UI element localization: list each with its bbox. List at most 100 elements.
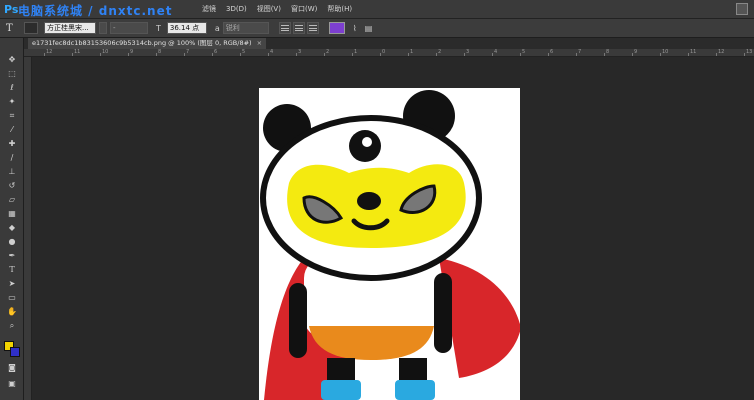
character-panel-icon[interactable]: ▤: [365, 24, 373, 33]
ruler-label: 0: [382, 49, 386, 55]
eraser-icon[interactable]: ▱: [4, 194, 20, 206]
menu-view[interactable]: 视图(V): [257, 4, 281, 14]
ruler-label: 8: [158, 49, 162, 55]
ruler-tick: [688, 53, 689, 56]
ruler-tick: [240, 53, 241, 56]
ruler-label: 7: [186, 49, 190, 55]
hand-icon[interactable]: ✋: [4, 306, 20, 318]
ruler-tick: [72, 53, 73, 56]
ruler-label: 1: [354, 49, 358, 55]
menu-help[interactable]: 帮助(H): [327, 4, 352, 14]
options-bar: T 方正桂黑宋... - T 36.14 点 a 锐利 ⌇ ▤: [0, 19, 754, 38]
ruler-tick: [296, 53, 297, 56]
marquee-icon[interactable]: ⬚: [4, 68, 20, 80]
panda-hero-illustration: [260, 90, 520, 400]
document-tab-title: e1731fec8dc1b83153606c9b5314cb.png @ 100…: [32, 39, 252, 47]
ruler-tick: [632, 53, 633, 56]
screen-mode-icon[interactable]: ▣: [4, 378, 20, 390]
move-icon[interactable]: ✥: [4, 54, 20, 66]
healing-icon[interactable]: ✚: [4, 138, 20, 150]
brush-icon[interactable]: ∕: [4, 152, 20, 164]
document-canvas[interactable]: [259, 88, 520, 400]
ruler-label: 12: [46, 49, 53, 55]
ruler-label: 11: [690, 49, 697, 55]
crop-icon[interactable]: ⌗: [4, 110, 20, 122]
antialias-select[interactable]: 锐利: [222, 22, 269, 34]
ruler-label: 7: [578, 49, 582, 55]
ruler-label: 4: [494, 49, 498, 55]
text-color-swatch[interactable]: [328, 22, 345, 34]
ruler-tick: [156, 53, 157, 56]
ruler-tick: [380, 53, 381, 56]
magic-wand-icon[interactable]: ✦: [4, 96, 20, 108]
document-tab[interactable]: e1731fec8dc1b83153606c9b5314cb.png @ 100…: [28, 38, 267, 49]
zoom-icon[interactable]: ⌕: [4, 320, 20, 332]
ruler-tick: [464, 53, 465, 56]
orientation-toggle-icon[interactable]: [24, 22, 38, 34]
ruler-tick: [716, 53, 717, 56]
ruler-tick: [576, 53, 577, 56]
ruler-tick: [492, 53, 493, 56]
watermark: 电脑系统城 / dnxtc.net: [18, 4, 173, 18]
ruler-tick: [744, 53, 745, 56]
chevron-down-icon[interactable]: [99, 22, 107, 34]
ruler-tick: [408, 53, 409, 56]
ruler-label: 13: [746, 49, 753, 55]
path-select-icon[interactable]: ➤: [4, 278, 20, 290]
window-button[interactable]: [736, 3, 748, 15]
ruler-tick: [268, 53, 269, 56]
close-icon[interactable]: ×: [257, 39, 262, 47]
ruler-label: 8: [606, 49, 610, 55]
tools-panel: ✥ ⬚ ℓ ✦ ⌗ ⁄ ✚ ∕ ⊥ ↺ ▱ ▦ ◆ ● ✒ T ➤ ▭ ✋ ⌕ …: [0, 38, 24, 400]
lasso-icon[interactable]: ℓ: [4, 82, 20, 94]
ruler-label: 1: [410, 49, 414, 55]
ruler-label: 2: [326, 49, 330, 55]
ruler-label: 11: [74, 49, 81, 55]
ruler-tick: [660, 53, 661, 56]
type-tool-icon[interactable]: T: [6, 23, 20, 34]
font-style-select[interactable]: -: [110, 22, 148, 34]
ruler-tick: [352, 53, 353, 56]
ruler-label: 6: [214, 49, 218, 55]
ruler-tick: [604, 53, 605, 56]
warp-text-icon[interactable]: ⌇: [353, 24, 357, 33]
align-left-icon[interactable]: [278, 22, 291, 34]
ruler-tick: [548, 53, 549, 56]
ruler-tick: [520, 53, 521, 56]
font-size-icon: T: [156, 23, 161, 33]
font-size-input[interactable]: 36.14 点: [166, 22, 207, 34]
background-color-swatch[interactable]: [10, 347, 20, 357]
ruler-label: 3: [466, 49, 470, 55]
ruler-label: 5: [522, 49, 526, 55]
ruler-label: 12: [718, 49, 725, 55]
ruler-tick: [128, 53, 129, 56]
vertical-ruler: [24, 57, 32, 400]
ruler-label: 10: [662, 49, 669, 55]
ruler-label: 10: [102, 49, 109, 55]
history-brush-icon[interactable]: ↺: [4, 180, 20, 192]
ruler-label: 3: [298, 49, 302, 55]
gradient-icon[interactable]: ▦: [4, 208, 20, 220]
ruler-label: 2: [438, 49, 442, 55]
font-family-select[interactable]: 方正桂黑宋...: [44, 22, 96, 34]
align-right-icon[interactable]: [306, 22, 319, 34]
ruler-tick: [184, 53, 185, 56]
ruler-label: 5: [242, 49, 246, 55]
eyedropper-icon[interactable]: ⁄: [4, 124, 20, 136]
align-center-icon[interactable]: [292, 22, 305, 34]
menu-window[interactable]: 窗口(W): [291, 4, 317, 14]
ruler-label: 9: [130, 49, 134, 55]
shape-icon[interactable]: ▭: [4, 292, 20, 304]
dodge-icon[interactable]: ●: [4, 236, 20, 248]
ruler-tick: [212, 53, 213, 56]
pen-icon[interactable]: ✒: [4, 250, 20, 262]
ruler-label: 4: [270, 49, 274, 55]
menu-filter[interactable]: 滤镜: [202, 4, 216, 14]
blur-icon[interactable]: ◆: [4, 222, 20, 234]
ruler-tick: [44, 53, 45, 56]
menu-3d[interactable]: 3D(D): [226, 5, 247, 13]
quick-mask-icon[interactable]: ◙: [4, 362, 20, 374]
type-icon[interactable]: T: [4, 264, 20, 276]
stamp-icon[interactable]: ⊥: [4, 166, 20, 178]
ruler-label: 9: [634, 49, 638, 55]
